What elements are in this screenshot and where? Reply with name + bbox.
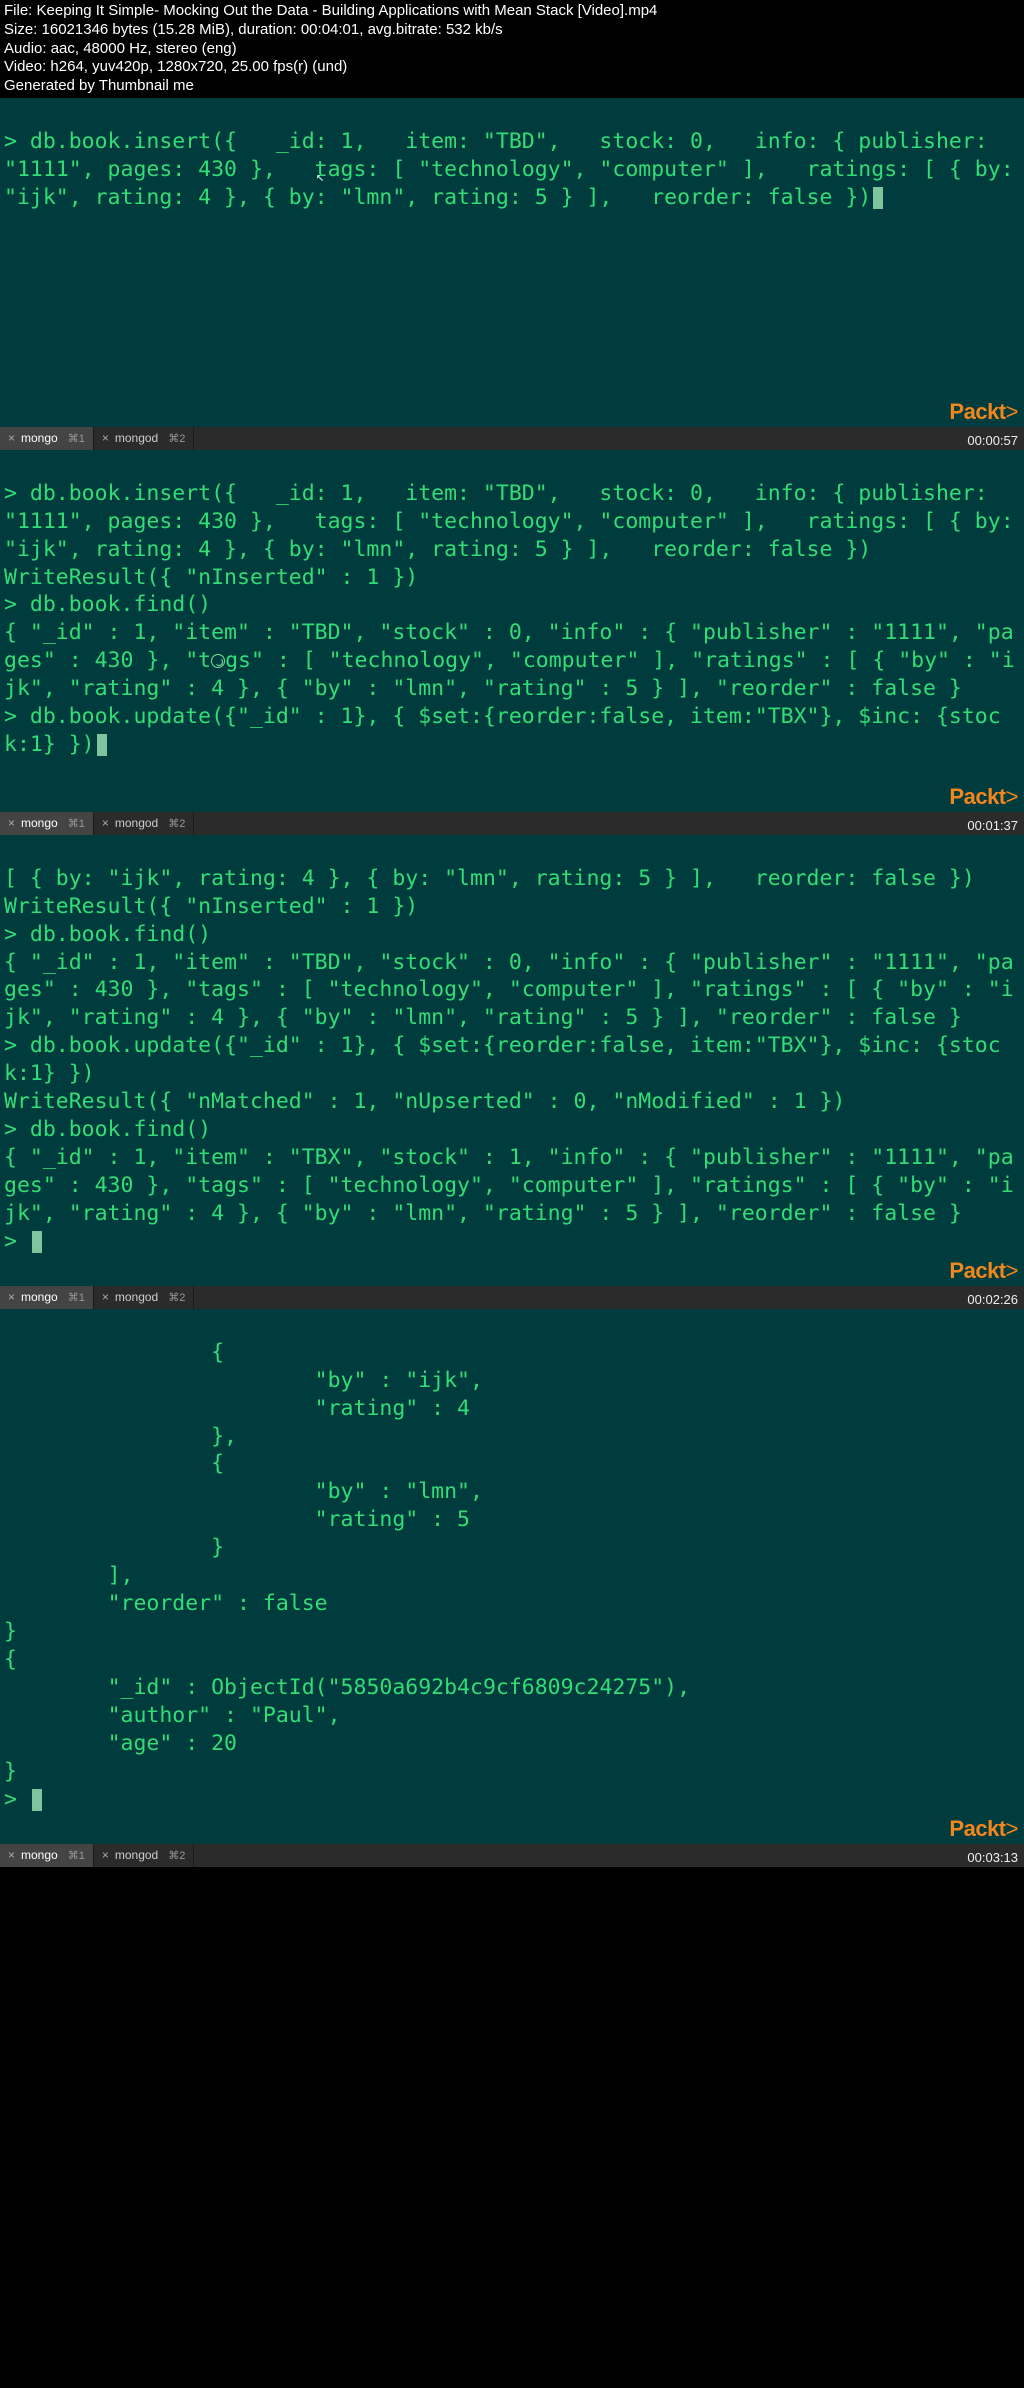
tab-mongod[interactable]: × mongod ⌘2 <box>94 427 195 450</box>
frame-timestamp: 00:00:57 <box>967 433 1018 448</box>
close-icon[interactable]: × <box>8 816 15 830</box>
tab-shortcut: ⌘2 <box>168 817 185 830</box>
video-metadata-header: File: Keeping It Simple- Mocking Out the… <box>0 0 1024 98</box>
brand-logo: Packt> <box>949 398 1018 427</box>
shell4-l1: { <box>4 1340 224 1365</box>
tab-mongo[interactable]: × mongo ⌘1 <box>0 427 94 450</box>
close-icon[interactable]: × <box>8 1848 15 1862</box>
terminal-tabbar-2: × mongo ⌘1 × mongod ⌘2 00:01:37 <box>0 812 1024 835</box>
close-icon[interactable]: × <box>8 1290 15 1304</box>
terminal-tabbar-1: × mongo ⌘1 × mongod ⌘2 00:00:57 <box>0 427 1024 450</box>
shell4-l7: "rating" : 5 <box>4 1507 470 1532</box>
terminal-frame-4[interactable]: { "by" : "ijk", "rating" : 4 }, { "by" :… <box>0 1309 1024 1844</box>
shell4-l10: "reorder" : false <box>4 1591 328 1616</box>
shell4-l15: "age" : 20 <box>4 1731 237 1756</box>
text-cursor <box>32 1789 42 1811</box>
file-line: File: Keeping It Simple- Mocking Out the… <box>4 2 1020 21</box>
audio-line: Audio: aac, 48000 Hz, stereo (eng) <box>4 40 1020 59</box>
text-cursor <box>97 734 107 756</box>
generated-line: Generated by Thumbnail me <box>4 77 1020 96</box>
tab-shortcut: ⌘1 <box>68 817 85 830</box>
tab-mongod[interactable]: × mongod ⌘2 <box>94 1844 195 1867</box>
tab-shortcut: ⌘2 <box>168 432 185 445</box>
shell4-l6: "by" : "lmn", <box>4 1479 483 1504</box>
shell3-writeresult2: WriteResult({ "nMatched" : 1, "nUpserted… <box>4 1089 845 1114</box>
brand-logo: Packt> <box>949 1257 1018 1286</box>
terminal-tabbar-3: × mongo ⌘1 × mongod ⌘2 00:02:26 <box>0 1286 1024 1309</box>
close-icon[interactable]: × <box>8 431 15 445</box>
shell4-l3: "rating" : 4 <box>4 1396 470 1421</box>
tab-mongo[interactable]: × mongo ⌘1 <box>0 1286 94 1309</box>
shell4-l13: "_id" : ObjectId("5850a692b4c9cf6809c242… <box>4 1675 690 1700</box>
tab-shortcut: ⌘2 <box>168 1291 185 1304</box>
shell4-l4: }, <box>4 1424 237 1449</box>
tab-label: mongod <box>115 1848 158 1862</box>
tab-shortcut: ⌘1 <box>68 1291 85 1304</box>
tab-mongo[interactable]: × mongo ⌘1 <box>0 812 94 835</box>
tab-mongo[interactable]: × mongo ⌘1 <box>0 1844 94 1867</box>
terminal-frame-3[interactable]: [ { by: "ijk", rating: 4 }, { by: "lmn",… <box>0 835 1024 1286</box>
shell4-l8: } <box>4 1535 224 1560</box>
frame-timestamp: 00:03:13 <box>967 1850 1018 1865</box>
tab-mongod[interactable]: × mongod ⌘2 <box>94 1286 195 1309</box>
shell2-insert: > db.book.insert({ _id: 1, item: "TBD", … <box>4 481 1024 562</box>
shell3-doc2: { "_id" : 1, "item" : "TBX", "stock" : 1… <box>4 1145 1014 1226</box>
brand-logo: Packt> <box>949 1815 1018 1844</box>
tab-label: mongod <box>115 1290 158 1304</box>
frame-timestamp: 00:01:37 <box>967 818 1018 833</box>
shell4-l14: "author" : "Paul", <box>4 1703 341 1728</box>
brand-logo: Packt> <box>949 783 1018 812</box>
text-cursor <box>873 187 883 209</box>
terminal-frame-2[interactable]: > db.book.insert({ _id: 1, item: "TBD", … <box>0 450 1024 812</box>
shell1-cmd: > db.book.insert({ _id: 1, item: "TBD", … <box>4 129 1024 210</box>
shell3-prompt: > <box>4 1229 30 1254</box>
terminal-tabbar-4: × mongo ⌘1 × mongod ⌘2 00:03:13 <box>0 1844 1024 1867</box>
shell4-l12: { <box>4 1647 17 1672</box>
tab-label: mongo <box>21 431 58 445</box>
shell3-tail: [ { by: "ijk", rating: 4 }, { by: "lmn",… <box>4 866 975 891</box>
shell4-l5: { <box>4 1451 224 1476</box>
close-icon[interactable]: × <box>102 431 109 445</box>
text-cursor <box>32 1231 42 1253</box>
shell4-l9: ], <box>4 1563 133 1588</box>
shell3-find1: > db.book.find() <box>4 922 211 947</box>
size-line: Size: 16021346 bytes (15.28 MiB), durati… <box>4 21 1020 40</box>
shell2-find: > db.book.find() <box>4 592 211 617</box>
close-icon[interactable]: × <box>102 1848 109 1862</box>
shell3-writeresult1: WriteResult({ "nInserted" : 1 }) <box>4 894 418 919</box>
shell3-doc1: { "_id" : 1, "item" : "TBD", "stock" : 0… <box>4 950 1014 1031</box>
tab-label: mongo <box>21 1290 58 1304</box>
tab-mongod[interactable]: × mongod ⌘2 <box>94 812 195 835</box>
shell4-l2: "by" : "ijk", <box>4 1368 483 1393</box>
shell4-l16: } <box>4 1759 17 1784</box>
tab-shortcut: ⌘1 <box>68 1849 85 1862</box>
shell4-l11: } <box>4 1619 17 1644</box>
shell3-find2: > db.book.find() <box>4 1117 211 1142</box>
video-line: Video: h264, yuv420p, 1280x720, 25.00 fp… <box>4 58 1020 77</box>
terminal-frame-1[interactable]: > db.book.insert({ _id: 1, item: "TBD", … <box>0 98 1024 427</box>
shell4-prompt: > <box>4 1787 30 1812</box>
tab-label: mongod <box>115 431 158 445</box>
frame-timestamp: 00:02:26 <box>967 1292 1018 1307</box>
tab-shortcut: ⌘2 <box>168 1849 185 1862</box>
close-icon[interactable]: × <box>102 816 109 830</box>
shell3-update: > db.book.update({"_id" : 1}, { $set:{re… <box>4 1033 1001 1086</box>
tab-label: mongod <box>115 816 158 830</box>
tab-shortcut: ⌘1 <box>68 432 85 445</box>
close-icon[interactable]: × <box>102 1290 109 1304</box>
tab-label: mongo <box>21 816 58 830</box>
shell2-update: > db.book.update({"_id" : 1}, { $set:{re… <box>4 704 1001 757</box>
loading-spinner-icon <box>211 654 225 668</box>
shell2-writeresult: WriteResult({ "nInserted" : 1 }) <box>4 565 418 590</box>
tab-label: mongo <box>21 1848 58 1862</box>
